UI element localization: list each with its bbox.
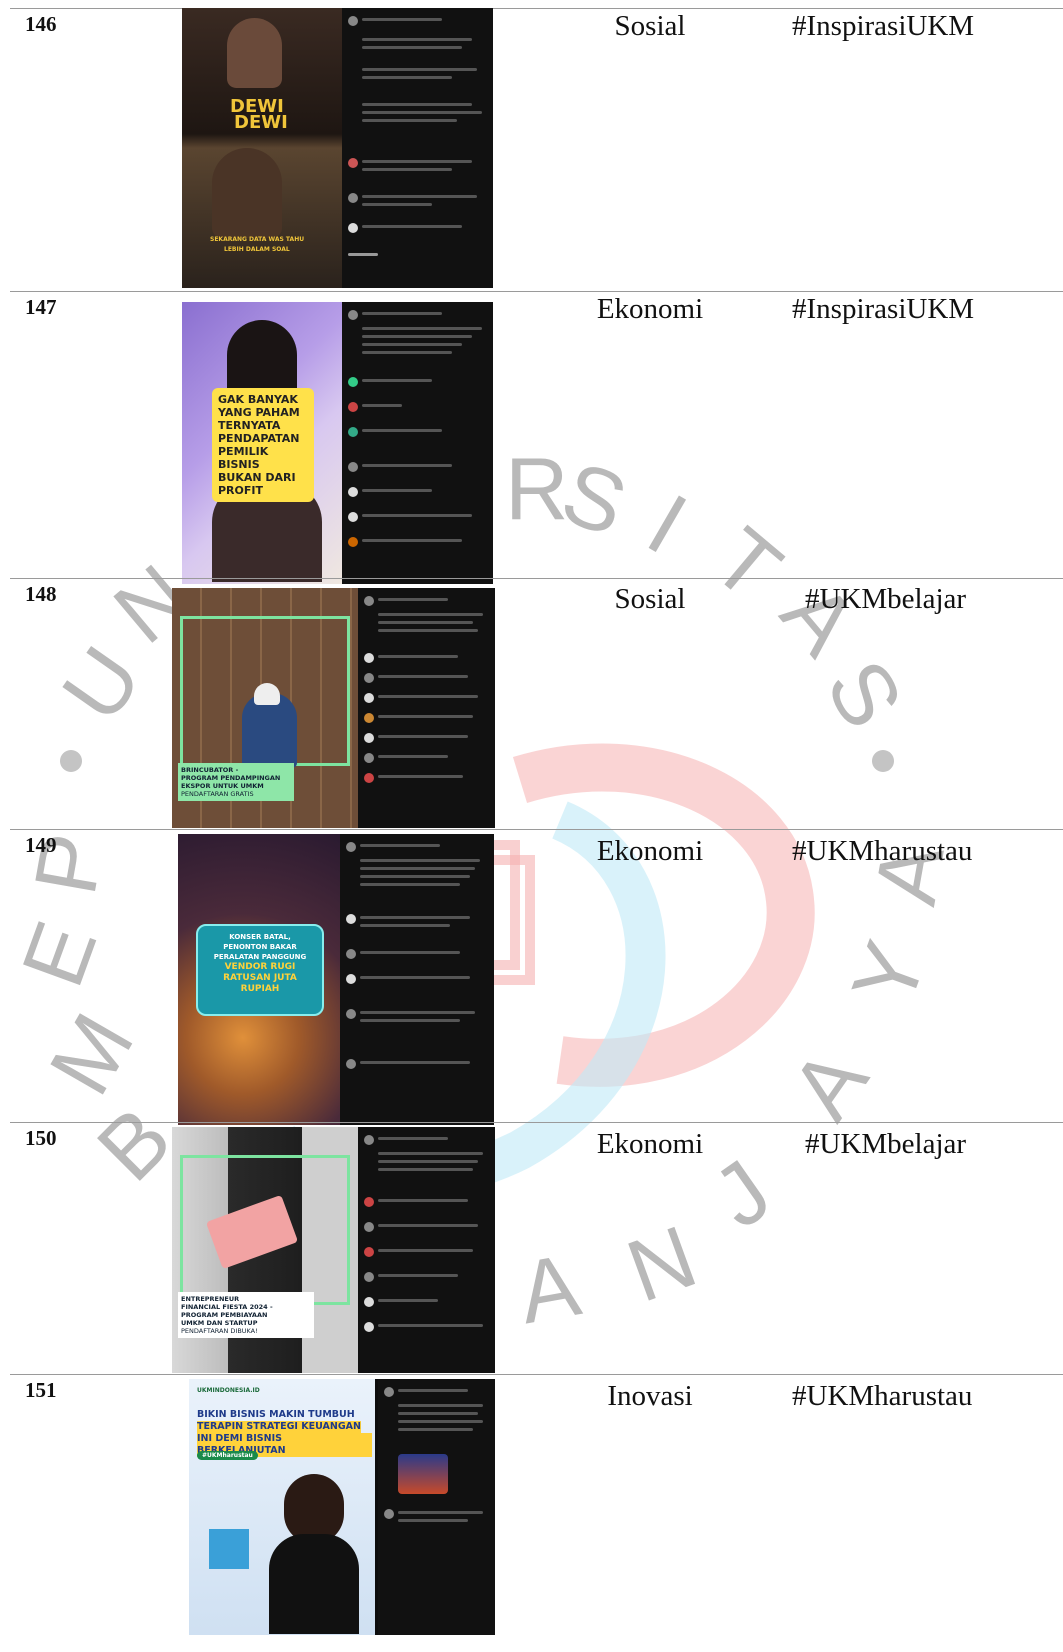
- headline-line: TERAPIN STRATEGI KEUANGAN: [197, 1421, 361, 1433]
- overlay-headline: BIKIN BISNIS MAKIN TUMBUH TERAPIN STRATE…: [197, 1409, 372, 1457]
- post-screenshot: DEWI DEWI SEKARANG DATA WAS TAHU LEBIH D…: [182, 8, 493, 288]
- hashtag-cell: #UKMbelajar: [805, 1128, 967, 1160]
- headline-line: BIKIN BISNIS MAKIN TUMBUH: [197, 1409, 355, 1420]
- banner-line: BUKAN DARI: [218, 471, 296, 484]
- hashtag-cell: #UKMharustau: [792, 1380, 973, 1412]
- category-cell: Ekonomi: [596, 835, 704, 867]
- overlay-caption: SEKARANG DATA WAS TAHU: [210, 236, 305, 243]
- banner-line: TERNYATA: [218, 419, 281, 432]
- comment-panel: [342, 302, 493, 584]
- overlay-banner: BRINCUBATOR - PROGRAM PENDAMPINGAN EKSPO…: [178, 763, 294, 801]
- overlay-caption: LEBIH DALAM SOAL: [224, 246, 290, 253]
- banner-line: PEMILIK BISNIS: [218, 445, 269, 471]
- hashtag-pill: #UKMharustau: [197, 1451, 258, 1460]
- comment-panel: [358, 588, 495, 828]
- row-number: 149: [25, 833, 57, 857]
- overlay-banner: KONSER BATAL, PENONTON BAKAR PERALATAN P…: [196, 924, 324, 1016]
- category-cell: Inovasi: [607, 1380, 693, 1412]
- category-cell: Sosial: [614, 10, 686, 42]
- banner-line: PERALATAN PANGGUNG: [213, 953, 307, 961]
- watermark-letter: A: [771, 1031, 887, 1137]
- hashtag-cell: #UKMbelajar: [805, 583, 967, 615]
- category-cell: Sosial: [614, 583, 686, 615]
- row-number: 147: [25, 295, 57, 319]
- watermark-letter: Y: [832, 929, 946, 1019]
- watermark-dot: [60, 750, 82, 772]
- row-divider: [10, 829, 1063, 830]
- row-number: 146: [25, 12, 57, 36]
- brand-label: UKMINDONESIA.ID: [197, 1387, 260, 1394]
- post-screenshot: ENTREPRENEUR FINANCIAL FIESTA 2024 - PRO…: [172, 1127, 495, 1373]
- row-divider: [10, 1374, 1063, 1375]
- watermark-letter: B: [78, 1087, 190, 1200]
- category-cell: Ekonomi: [596, 1128, 704, 1160]
- post-screenshot: UKMINDONESIA.ID BIKIN BISNIS MAKIN TUMBU…: [189, 1379, 495, 1635]
- overlay-caption: DEWI: [234, 112, 288, 133]
- watermark-letter: E: [2, 909, 116, 999]
- comment-panel: [340, 834, 494, 1125]
- row-divider: [10, 578, 1063, 579]
- watermark-dot: [872, 750, 894, 772]
- banner-line: GAK BANYAK: [218, 393, 298, 406]
- banner-line: PROGRAM PEMBIAYAAN: [181, 1311, 268, 1319]
- banner-line: PROGRAM PENDAMPINGAN: [181, 774, 281, 782]
- watermark-letter: U: [42, 629, 161, 739]
- banner-line: PROFIT: [218, 484, 263, 497]
- banner-line: UMKM DAN STARTUP: [181, 1319, 258, 1327]
- banner-line: PENONTON BAKAR: [223, 943, 297, 951]
- banner-highlight: VENDOR RUGI: [224, 962, 296, 972]
- row-number: 151: [25, 1378, 57, 1402]
- banner-line: EKSPOR UNTUK UMKM: [181, 782, 264, 790]
- overlay-banner: GAK BANYAK YANG PAHAM TERNYATA PENDAPATA…: [212, 388, 314, 502]
- post-screenshot: GAK BANYAK YANG PAHAM TERNYATA PENDAPATA…: [182, 302, 493, 584]
- banner-line: YANG PAHAM: [218, 406, 300, 419]
- row-divider: [10, 8, 1063, 9]
- watermark-letter: A: [511, 1234, 587, 1343]
- comment-panel: [378, 1379, 495, 1635]
- row-divider: [10, 1122, 1063, 1123]
- watermark-letter: I: [632, 474, 703, 573]
- banner-line: BRINCUBATOR -: [181, 766, 239, 774]
- watermark-letter: M: [30, 997, 153, 1111]
- category-cell: Ekonomi: [596, 293, 704, 325]
- hashtag-cell: #UKMharustau: [792, 835, 973, 867]
- banner-line: PENDAPATAN: [218, 432, 300, 445]
- watermark-letter: N: [614, 1206, 709, 1321]
- banner-line: FINANCIAL FIESTA 2024 -: [181, 1303, 273, 1311]
- watermark-letter: R: [505, 439, 569, 538]
- banner-subline: PENDAFTARAN DIBUKA!: [181, 1327, 258, 1335]
- hashtag-cell: #InspirasiUKM: [792, 293, 975, 325]
- banner-highlight: RATUSAN JUTA: [223, 973, 297, 983]
- post-screenshot: KONSER BATAL, PENONTON BAKAR PERALATAN P…: [178, 834, 494, 1125]
- comment-panel: [342, 8, 493, 288]
- row-number: 150: [25, 1126, 57, 1150]
- row-number: 148: [25, 582, 57, 606]
- overlay-banner: ENTREPRENEUR FINANCIAL FIESTA 2024 - PRO…: [178, 1292, 314, 1338]
- comment-panel: [358, 1127, 495, 1373]
- post-screenshot: BRINCUBATOR - PROGRAM PENDAMPINGAN EKSPO…: [172, 588, 495, 828]
- banner-subline: PENDAFTARAN GRATIS: [181, 790, 254, 798]
- banner-highlight: RUPIAH: [240, 984, 280, 994]
- banner-line: KONSER BATAL,: [229, 933, 291, 941]
- watermark-letter: S: [550, 441, 640, 556]
- banner-line: ENTREPRENEUR: [181, 1295, 240, 1303]
- hashtag-cell: #InspirasiUKM: [792, 10, 975, 42]
- watermark-letter: S: [807, 643, 923, 744]
- row-divider: [10, 291, 1063, 292]
